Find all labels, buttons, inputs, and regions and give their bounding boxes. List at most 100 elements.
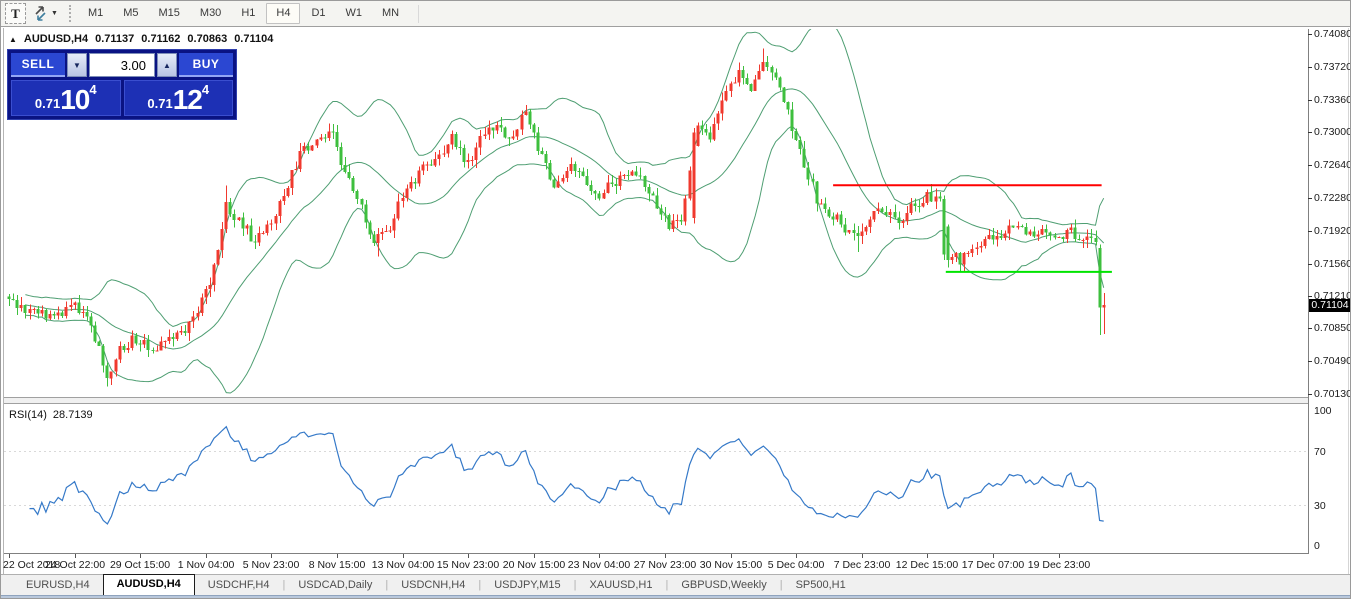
volume-decrease-button[interactable]: ▼ — [67, 53, 87, 77]
y-axis-label: 0.70130 — [1314, 388, 1351, 400]
x-axis-tick — [862, 554, 863, 558]
timeframe-button-m1[interactable]: M1 — [79, 4, 112, 23]
x-axis-tick — [796, 554, 797, 558]
header-close: 0.71104 — [234, 33, 273, 45]
text-tool-button[interactable]: T — [5, 3, 26, 24]
x-axis-label: 7 Dec 23:00 — [834, 559, 891, 571]
chart-tab-xauusd-h1[interactable]: XAUUSD,H1 — [577, 575, 666, 595]
timeframe-button-mn[interactable]: MN — [373, 4, 408, 23]
chart-tab-gbpusd-weekly[interactable]: GBPUSD,Weekly — [668, 575, 779, 595]
y-axis-label: 0.71560 — [1314, 258, 1351, 270]
x-axis-tick — [468, 554, 469, 558]
timeframe-button-h4[interactable]: H4 — [266, 3, 300, 24]
y-axis-label: 0.73360 — [1314, 94, 1351, 106]
chart-tab-usdcad-daily[interactable]: USDCAD,Daily — [285, 575, 385, 595]
header-low: 0.70863 — [187, 33, 227, 45]
sell-button[interactable]: SELL — [11, 53, 65, 77]
buy-price-prefix: 0.71 — [147, 94, 172, 114]
chart-client-area: ▲ AUDUSD,H4 0.71137 0.71162 0.70863 0.71… — [1, 28, 1351, 574]
timeframe-button-m5[interactable]: M5 — [114, 4, 147, 23]
collapse-triangle-icon[interactable]: ▲ — [9, 35, 17, 44]
x-axis-tick — [140, 554, 141, 558]
rsi-level-label: 0 — [1314, 540, 1320, 552]
x-axis-label: 1 Nov 04:00 — [178, 559, 235, 571]
sell-price-display[interactable]: 0.71104 — [11, 80, 121, 116]
x-axis-label: 23 Nov 04:00 — [568, 559, 630, 571]
buy-price-big: 12 — [173, 85, 202, 114]
volume-increase-button[interactable]: ▲ — [157, 53, 177, 77]
chart-tab-sp500-h1[interactable]: SP500,H1 — [783, 575, 859, 595]
timeframe-button-h1[interactable]: H1 — [232, 4, 264, 23]
x-axis-tick — [731, 554, 732, 558]
timeframe-button-m15[interactable]: M15 — [150, 4, 189, 23]
buy-button[interactable]: BUY — [179, 53, 233, 77]
x-axis-tick — [927, 554, 928, 558]
x-axis-tick — [75, 554, 76, 558]
x-axis-tick — [403, 554, 404, 558]
chart-tab-usdcnh-h4[interactable]: USDCNH,H4 — [388, 575, 478, 595]
toolbar: T ▼ M1M5M15M30H1H4D1W1MN — [1, 1, 1350, 27]
y-axis-label: 0.72280 — [1314, 192, 1351, 204]
timeframe-button-d1[interactable]: D1 — [302, 4, 334, 23]
autoscale-tool-button[interactable]: ▼ — [29, 4, 62, 24]
sell-price-big: 10 — [60, 85, 89, 114]
y-axis-tick — [1308, 231, 1312, 232]
x-axis-label: 17 Dec 07:00 — [962, 559, 1024, 571]
y-axis-tick — [1308, 67, 1312, 68]
rsi-name: RSI(14) — [9, 409, 47, 421]
chart-tabbar: EURUSD,H4AUDUSD,H4USDCHF,H4|USDCAD,Daily… — [1, 575, 1350, 595]
text-tool-icon: T — [11, 6, 20, 22]
chart-ohlc-header: ▲ AUDUSD,H4 0.71137 0.71162 0.70863 0.71… — [9, 33, 273, 45]
timeframe-button-w1[interactable]: W1 — [337, 4, 372, 23]
x-axis-label: 5 Nov 23:00 — [243, 559, 300, 571]
y-axis-tick — [1308, 132, 1312, 133]
buy-price-display[interactable]: 0.71124 — [124, 80, 234, 116]
x-axis-tick — [1059, 554, 1060, 558]
header-open: 0.71137 — [95, 33, 134, 45]
x-axis-label: 15 Nov 23:00 — [437, 559, 499, 571]
buy-price-sup: 4 — [202, 83, 209, 96]
rsi-level-label: 30 — [1314, 500, 1326, 512]
x-axis-tick — [206, 554, 207, 558]
y-axis-tick — [1308, 264, 1312, 265]
toolbar-grip[interactable] — [69, 5, 71, 22]
y-axis-label: 0.73720 — [1314, 61, 1351, 73]
one-click-trading-panel: SELL ▼ ▲ BUY 0.71104 0.71124 — [7, 49, 237, 120]
window-bottom-edge — [1, 595, 1350, 599]
y-axis-label: 0.71210 — [1314, 290, 1351, 302]
x-axis-tick — [9, 554, 10, 558]
dropdown-caret-icon[interactable]: ▼ — [51, 10, 58, 17]
mt4-window: T ▼ M1M5M15M30H1H4D1W1MN ▲ AUDUSD,H4 0.7… — [0, 0, 1351, 599]
double-arrow-icon — [33, 6, 48, 21]
toolbar-separator — [418, 5, 419, 23]
down-arrow-icon: ▼ — [73, 61, 81, 70]
x-axis-label: 19 Dec 23:00 — [1028, 559, 1090, 571]
y-axis-tick — [1308, 34, 1312, 35]
chart-tab-eurusd-h4[interactable]: EURUSD,H4 — [13, 575, 103, 595]
y-axis-tick — [1308, 394, 1312, 395]
timeframe-toolbar: M1M5M15M30H1H4D1W1MN — [79, 3, 408, 24]
x-axis-label: 5 Dec 04:00 — [768, 559, 825, 571]
y-axis-tick — [1308, 361, 1312, 362]
volume-input[interactable] — [89, 53, 155, 77]
time-axis[interactable]: 22 Oct 201824 Oct 22:0029 Oct 15:001 Nov… — [1, 554, 1308, 574]
y-axis-label: 0.70850 — [1314, 322, 1351, 334]
y-axis-label: 0.74080 — [1314, 28, 1351, 40]
timeframe-button-m30[interactable]: M30 — [191, 4, 230, 23]
chart-tab-usdchf-h4[interactable]: USDCHF,H4 — [195, 575, 283, 595]
price-axis[interactable]: 0.71104 0.740800.737200.733600.730000.72… — [1308, 29, 1351, 554]
y-axis-tick — [1308, 198, 1312, 199]
y-axis-label: 0.73000 — [1314, 126, 1351, 138]
x-axis-tick — [337, 554, 338, 558]
x-axis-label: 20 Nov 15:00 — [503, 559, 565, 571]
x-axis-tick — [993, 554, 994, 558]
window-frame-left — [3, 28, 4, 574]
sell-price-prefix: 0.71 — [35, 94, 60, 114]
x-axis-label: 8 Nov 15:00 — [309, 559, 366, 571]
x-axis-tick — [271, 554, 272, 558]
x-axis-label: 24 Oct 22:00 — [45, 559, 105, 571]
chart-tab-usdjpy-m15[interactable]: USDJPY,M15 — [481, 575, 573, 595]
x-axis-tick — [599, 554, 600, 558]
chart-tab-audusd-h4[interactable]: AUDUSD,H4 — [103, 574, 195, 595]
x-axis-tick — [534, 554, 535, 558]
